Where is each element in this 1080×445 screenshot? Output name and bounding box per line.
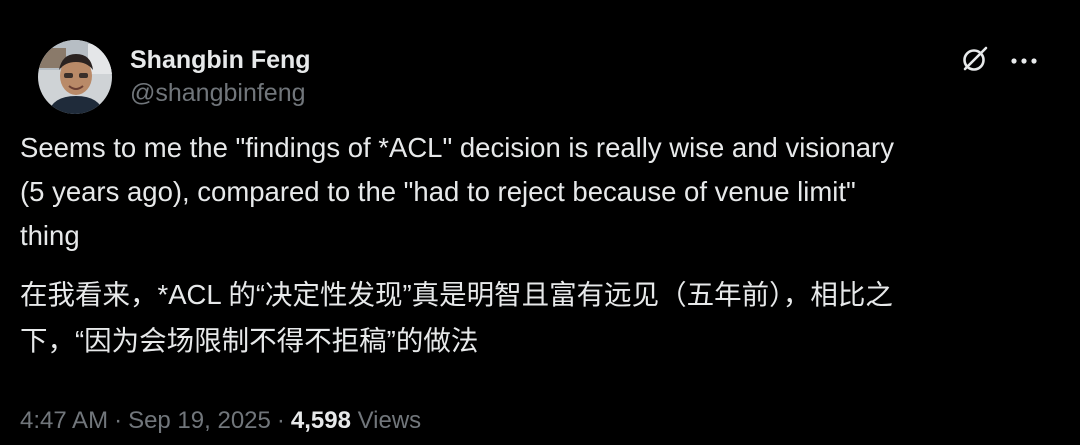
avatar-image [38, 40, 112, 114]
avatar[interactable] [38, 40, 112, 114]
post-text-english: Seems to me the "findings of *ACL" decis… [20, 132, 894, 251]
grok-icon[interactable] [960, 44, 990, 79]
post-date[interactable]: Sep 19, 2025 [128, 407, 271, 434]
more-icon[interactable] [1010, 53, 1038, 71]
post-text-chinese: 在我看来，*ACL 的“决定性发现”真是明智且富有远见（五年前），相比之 下，“… [20, 279, 893, 356]
post-time[interactable]: 4:47 AM [20, 407, 108, 434]
views-count: 4,598 [290, 407, 351, 434]
author-names: Shangbin Feng @shangbinfeng [130, 44, 311, 110]
post-header: Shangbin Feng @shangbinfeng [20, 20, 1060, 114]
author-handle[interactable]: @shangbinfeng [130, 76, 311, 110]
post-actions [960, 44, 1038, 79]
meta-separator: · [114, 407, 123, 434]
views-label: Views [357, 407, 422, 434]
meta-separator: · [276, 407, 285, 434]
post-meta: 4:47 AM · Sep 19, 2025 · 4,598 Views [20, 404, 421, 438]
author-display-name[interactable]: Shangbin Feng [130, 44, 311, 76]
post-detail: Shangbin Feng @shangbinfeng Seems to me … [0, 0, 1080, 445]
